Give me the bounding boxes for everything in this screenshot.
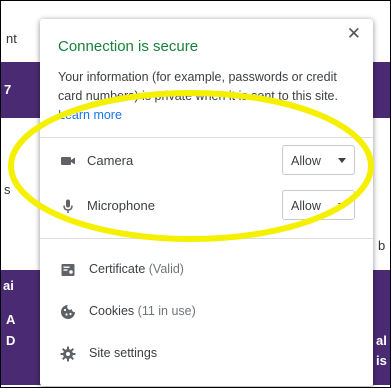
close-button[interactable]: ✕: [347, 24, 361, 44]
connection-status-title: Connection is secure: [58, 38, 199, 55]
certificate-row[interactable]: Certificate (Valid): [40, 252, 373, 288]
bg-text-fragment: D: [6, 333, 16, 348]
permission-row-camera: Camera Allow: [40, 145, 373, 177]
microphone-label: Microphone: [87, 198, 155, 213]
bg-text-fragment: nt: [6, 31, 17, 46]
chevron-down-icon: [338, 158, 346, 163]
connection-description-text: Your information (for example, passwords…: [58, 70, 338, 103]
camera-icon: [61, 157, 75, 165]
camera-permission-select[interactable]: Allow: [282, 145, 355, 175]
permission-row-microphone: Microphone Allow: [40, 190, 373, 222]
site-settings-label-text: Site settings: [89, 346, 158, 360]
microphone-icon: [63, 199, 73, 213]
cookies-row[interactable]: Cookies (11 in use): [40, 294, 373, 330]
site-settings-label: Site settings: [89, 346, 157, 360]
camera-label: Camera: [87, 153, 134, 168]
site-settings-row[interactable]: Site settings: [40, 336, 373, 372]
camera-permission-value: Allow: [291, 154, 321, 168]
chevron-down-icon: [338, 203, 346, 208]
bg-text-fragment: 7: [4, 82, 12, 97]
divider: [40, 238, 373, 239]
connection-description: Your information (for example, passwords…: [58, 68, 353, 125]
gear-icon: [60, 346, 76, 362]
learn-more-link[interactable]: Learn more: [58, 108, 122, 122]
microphone-permission-value: Allow: [291, 199, 321, 213]
bg-text-fragment: is: [376, 353, 387, 368]
bg-text-fragment: al: [376, 333, 387, 348]
bg-text-fragment: s: [4, 182, 11, 197]
microphone-permission-select[interactable]: Allow: [282, 190, 355, 220]
cookies-count: (11 in use): [137, 304, 196, 318]
certificate-label-text: Certificate: [89, 262, 146, 276]
bg-text-fragment: b: [378, 238, 386, 253]
site-info-popup: ✕ Connection is secure Your information …: [40, 19, 373, 386]
cookie-icon: [61, 305, 75, 319]
bg-purple-band-right: [373, 62, 390, 118]
cookies-label-text: Cookies: [89, 304, 135, 318]
bg-text-fragment: A: [6, 312, 16, 327]
certificate-icon: [61, 264, 75, 276]
certificate-status: (Valid): [148, 262, 184, 276]
divider: [40, 137, 373, 138]
cookies-label: Cookies (11 in use): [89, 304, 196, 318]
bg-text-fragment: ai: [3, 278, 14, 293]
certificate-label: Certificate (Valid): [89, 262, 184, 276]
